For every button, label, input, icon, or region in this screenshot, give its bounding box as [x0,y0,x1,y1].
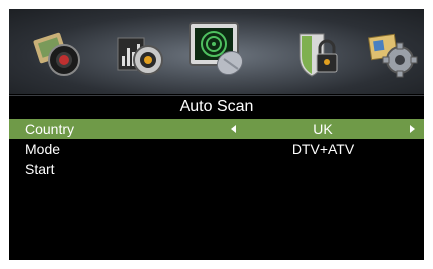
title-bar: Auto Scan [9,95,424,119]
menu-item-label: Country [25,121,75,137]
lock-icon[interactable] [290,26,346,82]
menu-item-start[interactable]: Start [9,159,424,179]
menu-item-mode[interactable]: Mode DTV+ATV [9,139,424,159]
menu-icon-bar [9,9,424,94]
setup-icon[interactable] [366,26,422,82]
auto-scan-menu: Country UK Mode DTV+ATV Start [9,119,424,179]
menu-title: Auto Scan [179,98,254,115]
picture-icon[interactable] [30,26,86,82]
menu-item-country[interactable]: Country UK [9,119,424,139]
arrow-right-icon[interactable] [410,125,415,133]
sound-icon[interactable] [112,26,168,82]
menu-item-label: Mode [25,141,61,157]
country-value: UK [313,121,333,137]
mode-value: DTV+ATV [291,141,355,157]
menu-item-label: Start [25,161,55,177]
channel-icon[interactable] [186,17,252,83]
tv-menu-screen: Auto Scan Country UK Mode DTV+ATV Start [9,9,424,260]
